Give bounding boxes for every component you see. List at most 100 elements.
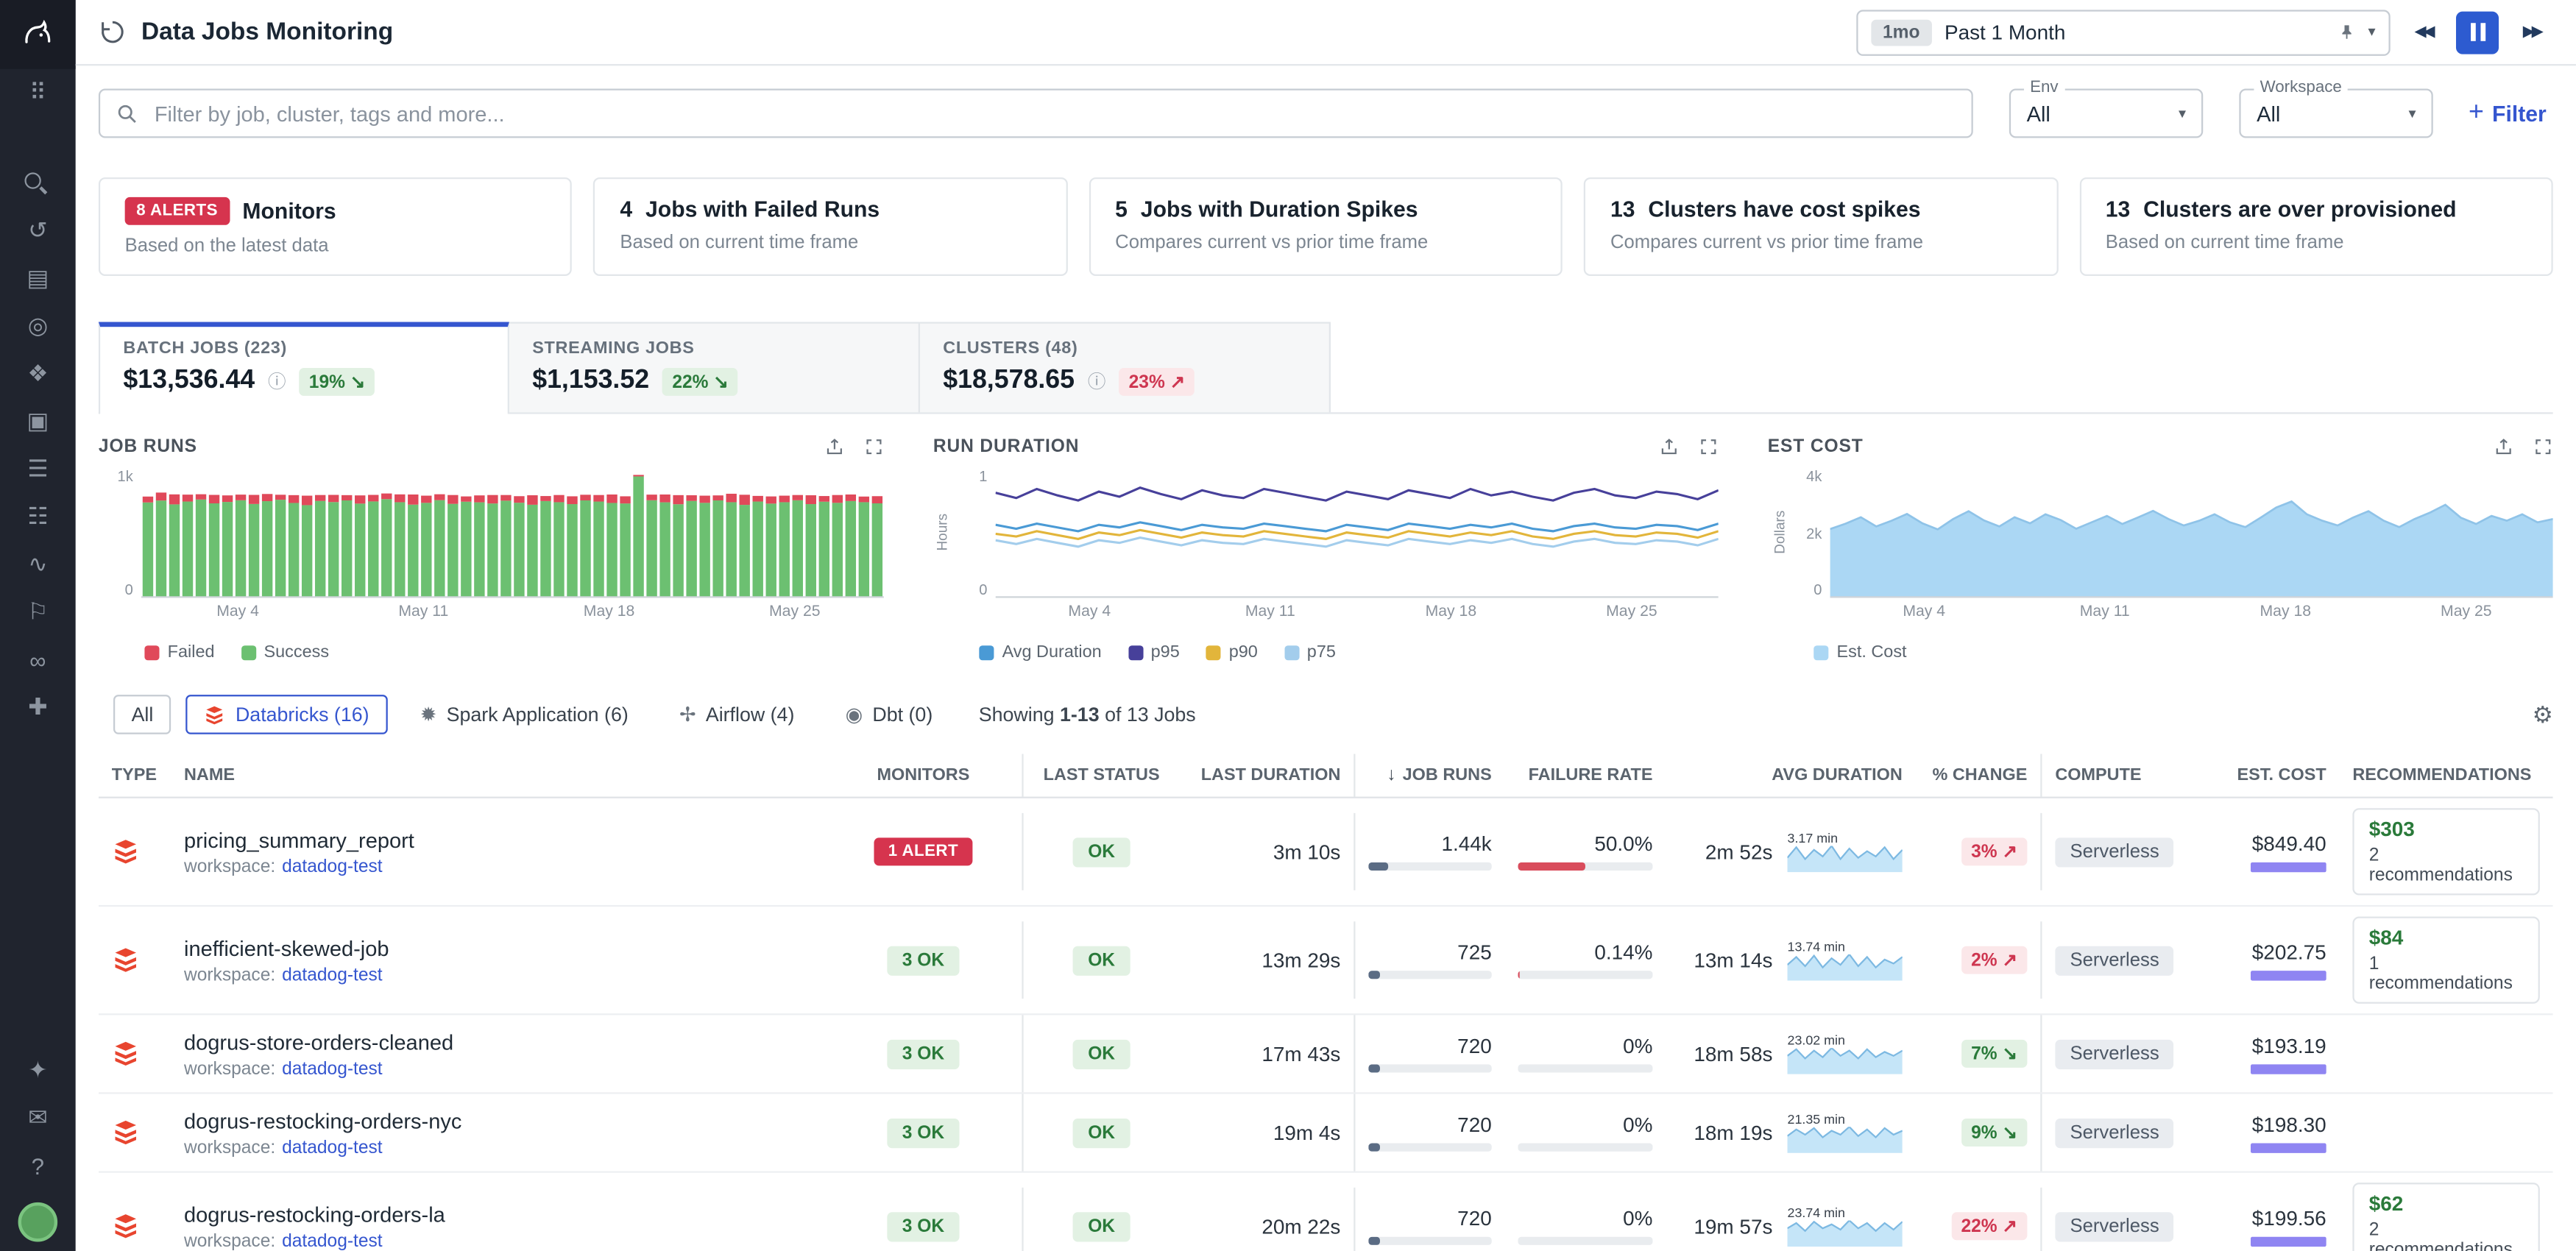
chip-label: Databricks (16) xyxy=(236,703,369,726)
workspace-link[interactable]: datadog-test xyxy=(282,857,383,876)
pin-icon[interactable] xyxy=(2338,23,2357,41)
chart-plot-area[interactable]: May 4May 11May 18May 25 xyxy=(1830,469,2553,627)
filter-chip-spark-application-6[interactable]: ✹Spark Application (6) xyxy=(402,695,646,734)
info-icon[interactable]: ⓘ xyxy=(1088,368,1106,394)
column-header-last-duration[interactable]: LAST DURATION xyxy=(1180,754,1354,797)
tab-batch-jobs-223[interactable]: BATCH JOBS (223)$13,536.44ⓘ19% ↘ xyxy=(99,322,509,414)
pause-button[interactable] xyxy=(2456,11,2499,54)
logs-icon[interactable]: ☰ xyxy=(0,445,76,493)
percent-change-badge: 9% ↘ xyxy=(1961,1119,2028,1147)
column-header-failure-rate[interactable]: FAILURE RATE xyxy=(1505,754,1666,797)
filter-chip-dbt-0[interactable]: ◉Dbt (0) xyxy=(827,695,951,734)
tab-streaming-jobs[interactable]: STREAMING JOBS$1,153.5222% ↘ xyxy=(509,322,920,412)
job-name[interactable]: dogrus-store-orders-cleaned xyxy=(184,1029,453,1053)
export-icon[interactable] xyxy=(1659,437,1679,457)
summary-card-jobs-with-duration-spikes[interactable]: 5Jobs with Duration SpikesCompares curre… xyxy=(1089,177,1563,276)
export-icon[interactable] xyxy=(2494,437,2513,457)
job-name[interactable]: pricing_summary_report xyxy=(184,827,414,851)
filter-chip-all[interactable]: All xyxy=(113,695,171,734)
summary-card-clusters-are-over-provisioned[interactable]: 13Clusters are over provisionedBased on … xyxy=(2079,177,2553,276)
job-name[interactable]: dogrus-restocking-orders-la xyxy=(184,1202,445,1226)
last-duration: 19m 4s xyxy=(1180,1094,1354,1172)
column-header-compute[interactable]: COMPUTE xyxy=(2040,754,2191,797)
dashboards-icon[interactable]: ▤ xyxy=(0,255,76,302)
job-row-dogrus-restocking-orders-la[interactable]: dogrus-restocking-orders-laworkspace:dat… xyxy=(99,1173,2553,1251)
bits-ai-icon[interactable]: ✦ xyxy=(0,1046,76,1094)
job-row-dogrus-restocking-orders-nyc[interactable]: dogrus-restocking-orders-nycworkspace:da… xyxy=(99,1094,2553,1173)
job-name[interactable]: dogrus-restocking-orders-nyc xyxy=(184,1108,461,1133)
infrastructure-icon[interactable]: ▣ xyxy=(0,397,76,445)
export-icon[interactable] xyxy=(825,437,845,457)
job-row-pricing-summary-report[interactable]: pricing_summary_reportworkspace:datadog-… xyxy=(99,798,2553,907)
y-axis-unit-label: Dollars xyxy=(1772,510,1788,553)
security-icon[interactable]: ✚ xyxy=(0,684,76,731)
summary-card-clusters-have-cost-spikes[interactable]: 13Clusters have cost spikesCompares curr… xyxy=(1584,177,2058,276)
summary-card-jobs-with-failed-runs[interactable]: 4Jobs with Failed RunsBased on current t… xyxy=(594,177,1068,276)
page-title: Data Jobs Monitoring xyxy=(141,18,393,46)
column-header-last-status[interactable]: LAST STATUS xyxy=(1022,754,1179,797)
integrations-icon[interactable]: ∞ xyxy=(0,636,76,684)
filter-chip-airflow-4[interactable]: ✢Airflow (4) xyxy=(661,695,813,734)
tab-clusters-48[interactable]: CLUSTERS (48)$18,578.65ⓘ23% ↗ xyxy=(920,322,1331,412)
time-forward-button[interactable]: ▶▶ xyxy=(2510,11,2553,54)
monitors-badge[interactable]: 3 OK xyxy=(888,946,960,975)
info-icon[interactable]: ⓘ xyxy=(268,368,286,394)
expand-icon[interactable] xyxy=(2533,437,2553,457)
card-title: Jobs with Failed Runs xyxy=(645,197,880,222)
column-header-change[interactable]: % CHANGE xyxy=(1916,754,2041,797)
percent-change-badge: 2% ↗ xyxy=(1961,946,2028,974)
sort-descending-icon[interactable]: ↓ xyxy=(1387,765,1395,785)
job-row-inefficient-skewed-job[interactable]: inefficient-skewed-jobworkspace:datadog-… xyxy=(99,907,2553,1015)
recommendations-box[interactable]: $841 recommendations xyxy=(2352,917,2539,1004)
column-header-monitors[interactable]: MONITORS xyxy=(825,754,1022,797)
time-range-select[interactable]: 1mo Past 1 Month ▾ xyxy=(1856,9,2390,54)
y-axis: 4k2k0 xyxy=(1788,469,1830,598)
column-header-est-cost[interactable]: EST. COST xyxy=(2192,754,2340,797)
workspace-link[interactable]: datadog-test xyxy=(282,965,383,985)
chart-plot-area[interactable]: May 4May 11May 18May 25 xyxy=(141,469,884,627)
time-backward-button[interactable]: ◀◀ xyxy=(2402,11,2444,54)
expand-icon[interactable] xyxy=(1699,437,1719,457)
expand-icon[interactable] xyxy=(864,437,884,457)
table-settings-gear-icon[interactable]: ⚙ xyxy=(2533,701,2553,729)
monitors-icon[interactable]: ⚐ xyxy=(0,588,76,636)
workspace-select[interactable]: Workspace All ▾ xyxy=(2239,89,2432,138)
monitors-badge[interactable]: 3 OK xyxy=(888,1211,960,1241)
column-header-type[interactable]: TYPE xyxy=(99,754,171,797)
help-icon[interactable]: ? xyxy=(0,1141,76,1189)
search-input[interactable] xyxy=(151,99,1954,127)
workspace-link[interactable]: datadog-test xyxy=(282,1059,383,1079)
top-header: Data Jobs Monitoring 1mo Past 1 Month ▾ … xyxy=(76,0,2576,65)
summary-card-monitors[interactable]: 8 ALERTSMonitorsBased on the latest data xyxy=(99,177,573,276)
search-input-wrapper xyxy=(99,89,1972,138)
monitors-badge[interactable]: 1 ALERT xyxy=(874,837,973,865)
monitors-badge[interactable]: 3 OK xyxy=(888,1118,960,1147)
column-header-name[interactable]: NAME xyxy=(171,754,824,797)
metrics-icon[interactable]: ∿ xyxy=(0,540,76,588)
column-header-avg-duration[interactable]: AVG DURATION xyxy=(1666,754,1915,797)
job-name[interactable]: inefficient-skewed-job xyxy=(184,935,389,960)
user-avatar[interactable] xyxy=(18,1202,58,1242)
apps-grid-icon[interactable]: ⠿ xyxy=(0,69,76,117)
apm-icon[interactable]: ❖ xyxy=(0,350,76,397)
services-icon[interactable]: ☷ xyxy=(0,493,76,541)
env-select[interactable]: Env All ▾ xyxy=(2009,89,2202,138)
job-row-dogrus-store-orders-cleaned[interactable]: dogrus-store-orders-cleanedworkspace:dat… xyxy=(99,1015,2553,1094)
filter-chip-databricks-16[interactable]: Databricks (16) xyxy=(186,695,387,734)
tab-label: STREAMING JOBS xyxy=(532,339,895,358)
search-icon[interactable] xyxy=(0,160,76,208)
messages-icon[interactable]: ✉ xyxy=(0,1094,76,1142)
workspace-link[interactable]: datadog-test xyxy=(282,1138,383,1158)
recommendations-box[interactable]: $3032 recommendations xyxy=(2352,808,2539,895)
history-icon[interactable]: ↺ xyxy=(0,207,76,255)
add-filter-button[interactable]: + Filter xyxy=(2469,100,2547,127)
chart-plot-area[interactable]: May 4May 11May 18May 25 xyxy=(996,469,1719,627)
monitors-badge[interactable]: 3 OK xyxy=(888,1039,960,1069)
workspace-link[interactable]: datadog-test xyxy=(282,1231,383,1251)
x-tick-label: May 25 xyxy=(1606,603,1657,621)
watchdog-icon[interactable]: ◎ xyxy=(0,302,76,350)
column-header-recommendations[interactable]: RECOMMENDATIONS xyxy=(2340,754,2553,797)
column-header-job-runs[interactable]: ↓JOB RUNS xyxy=(1354,754,1504,797)
recommendations-box[interactable]: $622 recommendations xyxy=(2352,1183,2539,1251)
datadog-logo[interactable] xyxy=(0,0,76,69)
